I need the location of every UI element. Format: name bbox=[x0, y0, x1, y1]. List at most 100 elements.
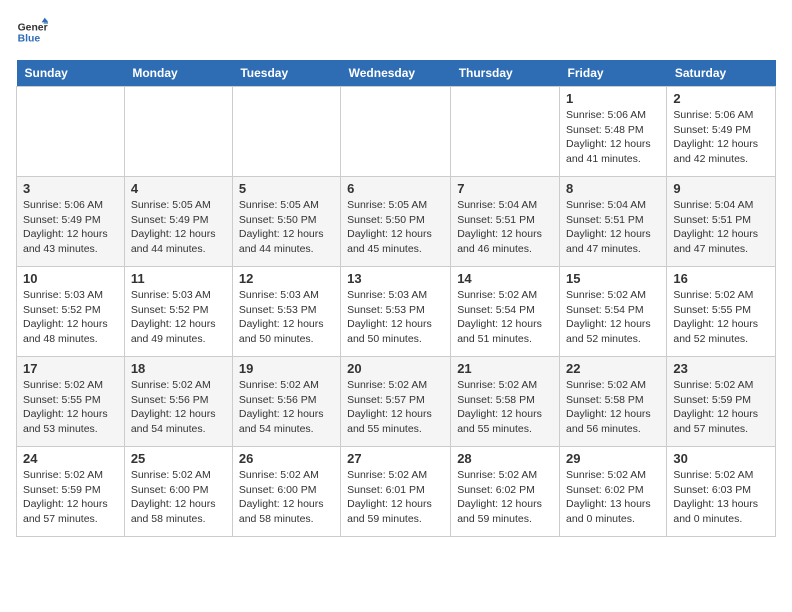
day-number: 27 bbox=[347, 451, 444, 466]
day-info: Sunrise: 5:02 AM Sunset: 5:59 PM Dayligh… bbox=[673, 378, 769, 437]
page-header: General Blue bbox=[16, 16, 776, 48]
calendar-cell: 11 Sunrise: 5:03 AM Sunset: 5:52 PM Dayli… bbox=[124, 267, 232, 357]
calendar-cell bbox=[124, 87, 232, 177]
day-info: Sunrise: 5:06 AM Sunset: 5:49 PM Dayligh… bbox=[23, 198, 118, 257]
day-info: Sunrise: 5:02 AM Sunset: 6:00 PM Dayligh… bbox=[131, 468, 226, 527]
day-info: Sunrise: 5:05 AM Sunset: 5:50 PM Dayligh… bbox=[347, 198, 444, 257]
calendar-cell: 15 Sunrise: 5:02 AM Sunset: 5:54 PM Dayli… bbox=[560, 267, 667, 357]
day-number: 24 bbox=[23, 451, 118, 466]
day-number: 4 bbox=[131, 181, 226, 196]
calendar-week-3: 10 Sunrise: 5:03 AM Sunset: 5:52 PM Dayli… bbox=[17, 267, 776, 357]
day-number: 22 bbox=[566, 361, 660, 376]
day-number: 29 bbox=[566, 451, 660, 466]
day-info: Sunrise: 5:05 AM Sunset: 5:50 PM Dayligh… bbox=[239, 198, 334, 257]
day-info: Sunrise: 5:03 AM Sunset: 5:52 PM Dayligh… bbox=[23, 288, 118, 347]
calendar-cell: 22 Sunrise: 5:02 AM Sunset: 5:58 PM Dayli… bbox=[560, 357, 667, 447]
day-info: Sunrise: 5:06 AM Sunset: 5:49 PM Dayligh… bbox=[673, 108, 769, 167]
day-number: 8 bbox=[566, 181, 660, 196]
calendar-cell: 7 Sunrise: 5:04 AM Sunset: 5:51 PM Daylig… bbox=[451, 177, 560, 267]
day-number: 7 bbox=[457, 181, 553, 196]
calendar-cell: 19 Sunrise: 5:02 AM Sunset: 5:56 PM Dayli… bbox=[232, 357, 340, 447]
calendar-cell: 29Sunrise: 5:02 AM Sunset: 6:02 PM Dayli… bbox=[560, 447, 667, 537]
day-number: 21 bbox=[457, 361, 553, 376]
day-info: Sunrise: 5:02 AM Sunset: 5:54 PM Dayligh… bbox=[457, 288, 553, 347]
day-info: Sunrise: 5:03 AM Sunset: 5:52 PM Dayligh… bbox=[131, 288, 226, 347]
day-number: 10 bbox=[23, 271, 118, 286]
calendar-cell: 21 Sunrise: 5:02 AM Sunset: 5:58 PM Dayli… bbox=[451, 357, 560, 447]
calendar-cell: 1Sunrise: 5:06 AM Sunset: 5:48 PM Daylig… bbox=[560, 87, 667, 177]
day-info: Sunrise: 5:02 AM Sunset: 5:54 PM Dayligh… bbox=[566, 288, 660, 347]
day-info: Sunrise: 5:02 AM Sunset: 6:00 PM Dayligh… bbox=[239, 468, 334, 527]
calendar-cell: 8 Sunrise: 5:04 AM Sunset: 5:51 PM Daylig… bbox=[560, 177, 667, 267]
day-info: Sunrise: 5:02 AM Sunset: 5:56 PM Dayligh… bbox=[239, 378, 334, 437]
day-info: Sunrise: 5:02 AM Sunset: 5:59 PM Dayligh… bbox=[23, 468, 118, 527]
day-number: 19 bbox=[239, 361, 334, 376]
logo-icon: General Blue bbox=[16, 16, 48, 48]
calendar-cell: 24 Sunrise: 5:02 AM Sunset: 5:59 PM Dayli… bbox=[17, 447, 125, 537]
day-info: Sunrise: 5:03 AM Sunset: 5:53 PM Dayligh… bbox=[239, 288, 334, 347]
calendar-week-4: 17Sunrise: 5:02 AM Sunset: 5:55 PM Dayli… bbox=[17, 357, 776, 447]
calendar-week-2: 3 Sunrise: 5:06 AM Sunset: 5:49 PM Daylig… bbox=[17, 177, 776, 267]
weekday-tuesday: Tuesday bbox=[232, 60, 340, 87]
logo: General Blue bbox=[16, 16, 52, 48]
calendar-cell: 16Sunrise: 5:02 AM Sunset: 5:55 PM Dayli… bbox=[667, 267, 776, 357]
calendar-cell bbox=[232, 87, 340, 177]
calendar-header: SundayMondayTuesdayWednesdayThursdayFrid… bbox=[17, 60, 776, 87]
calendar-week-5: 24 Sunrise: 5:02 AM Sunset: 5:59 PM Dayli… bbox=[17, 447, 776, 537]
day-number: 14 bbox=[457, 271, 553, 286]
calendar-cell: 17Sunrise: 5:02 AM Sunset: 5:55 PM Dayli… bbox=[17, 357, 125, 447]
weekday-friday: Friday bbox=[560, 60, 667, 87]
day-number: 12 bbox=[239, 271, 334, 286]
calendar-table: SundayMondayTuesdayWednesdayThursdayFrid… bbox=[16, 60, 776, 537]
calendar-cell: 27Sunrise: 5:02 AM Sunset: 6:01 PM Dayli… bbox=[341, 447, 451, 537]
day-number: 2 bbox=[673, 91, 769, 106]
svg-text:General: General bbox=[18, 22, 48, 33]
weekday-thursday: Thursday bbox=[451, 60, 560, 87]
calendar-cell: 6 Sunrise: 5:05 AM Sunset: 5:50 PM Daylig… bbox=[341, 177, 451, 267]
day-number: 6 bbox=[347, 181, 444, 196]
day-number: 11 bbox=[131, 271, 226, 286]
day-info: Sunrise: 5:02 AM Sunset: 5:58 PM Dayligh… bbox=[457, 378, 553, 437]
calendar-cell: 4Sunrise: 5:05 AM Sunset: 5:49 PM Daylig… bbox=[124, 177, 232, 267]
day-number: 9 bbox=[673, 181, 769, 196]
day-info: Sunrise: 5:06 AM Sunset: 5:48 PM Dayligh… bbox=[566, 108, 660, 167]
calendar-cell bbox=[451, 87, 560, 177]
day-number: 23 bbox=[673, 361, 769, 376]
calendar-cell bbox=[17, 87, 125, 177]
weekday-sunday: Sunday bbox=[17, 60, 125, 87]
day-number: 16 bbox=[673, 271, 769, 286]
day-number: 20 bbox=[347, 361, 444, 376]
calendar-cell: 30Sunrise: 5:02 AM Sunset: 6:03 PM Dayli… bbox=[667, 447, 776, 537]
calendar-cell: 18 Sunrise: 5:02 AM Sunset: 5:56 PM Dayli… bbox=[124, 357, 232, 447]
day-number: 18 bbox=[131, 361, 226, 376]
weekday-monday: Monday bbox=[124, 60, 232, 87]
calendar-cell: 9 Sunrise: 5:04 AM Sunset: 5:51 PM Daylig… bbox=[667, 177, 776, 267]
calendar-body: 1Sunrise: 5:06 AM Sunset: 5:48 PM Daylig… bbox=[17, 87, 776, 537]
calendar-cell: 25 Sunrise: 5:02 AM Sunset: 6:00 PM Dayli… bbox=[124, 447, 232, 537]
weekday-wednesday: Wednesday bbox=[341, 60, 451, 87]
day-info: Sunrise: 5:02 AM Sunset: 5:58 PM Dayligh… bbox=[566, 378, 660, 437]
calendar-cell: 10 Sunrise: 5:03 AM Sunset: 5:52 PM Dayli… bbox=[17, 267, 125, 357]
day-number: 30 bbox=[673, 451, 769, 466]
calendar-cell: 2 Sunrise: 5:06 AM Sunset: 5:49 PM Daylig… bbox=[667, 87, 776, 177]
weekday-saturday: Saturday bbox=[667, 60, 776, 87]
day-info: Sunrise: 5:04 AM Sunset: 5:51 PM Dayligh… bbox=[566, 198, 660, 257]
day-info: Sunrise: 5:04 AM Sunset: 5:51 PM Dayligh… bbox=[457, 198, 553, 257]
day-info: Sunrise: 5:02 AM Sunset: 5:55 PM Dayligh… bbox=[23, 378, 118, 437]
day-number: 13 bbox=[347, 271, 444, 286]
day-number: 15 bbox=[566, 271, 660, 286]
day-info: Sunrise: 5:02 AM Sunset: 6:02 PM Dayligh… bbox=[457, 468, 553, 527]
calendar-cell: 13Sunrise: 5:03 AM Sunset: 5:53 PM Dayli… bbox=[341, 267, 451, 357]
day-number: 3 bbox=[23, 181, 118, 196]
day-number: 28 bbox=[457, 451, 553, 466]
day-number: 25 bbox=[131, 451, 226, 466]
day-info: Sunrise: 5:02 AM Sunset: 5:56 PM Dayligh… bbox=[131, 378, 226, 437]
calendar-cell: 12 Sunrise: 5:03 AM Sunset: 5:53 PM Dayli… bbox=[232, 267, 340, 357]
calendar-cell: 20Sunrise: 5:02 AM Sunset: 5:57 PM Dayli… bbox=[341, 357, 451, 447]
calendar-cell: 3 Sunrise: 5:06 AM Sunset: 5:49 PM Daylig… bbox=[17, 177, 125, 267]
day-info: Sunrise: 5:04 AM Sunset: 5:51 PM Dayligh… bbox=[673, 198, 769, 257]
calendar-week-1: 1Sunrise: 5:06 AM Sunset: 5:48 PM Daylig… bbox=[17, 87, 776, 177]
day-number: 5 bbox=[239, 181, 334, 196]
calendar-cell bbox=[341, 87, 451, 177]
calendar-cell: 5 Sunrise: 5:05 AM Sunset: 5:50 PM Daylig… bbox=[232, 177, 340, 267]
